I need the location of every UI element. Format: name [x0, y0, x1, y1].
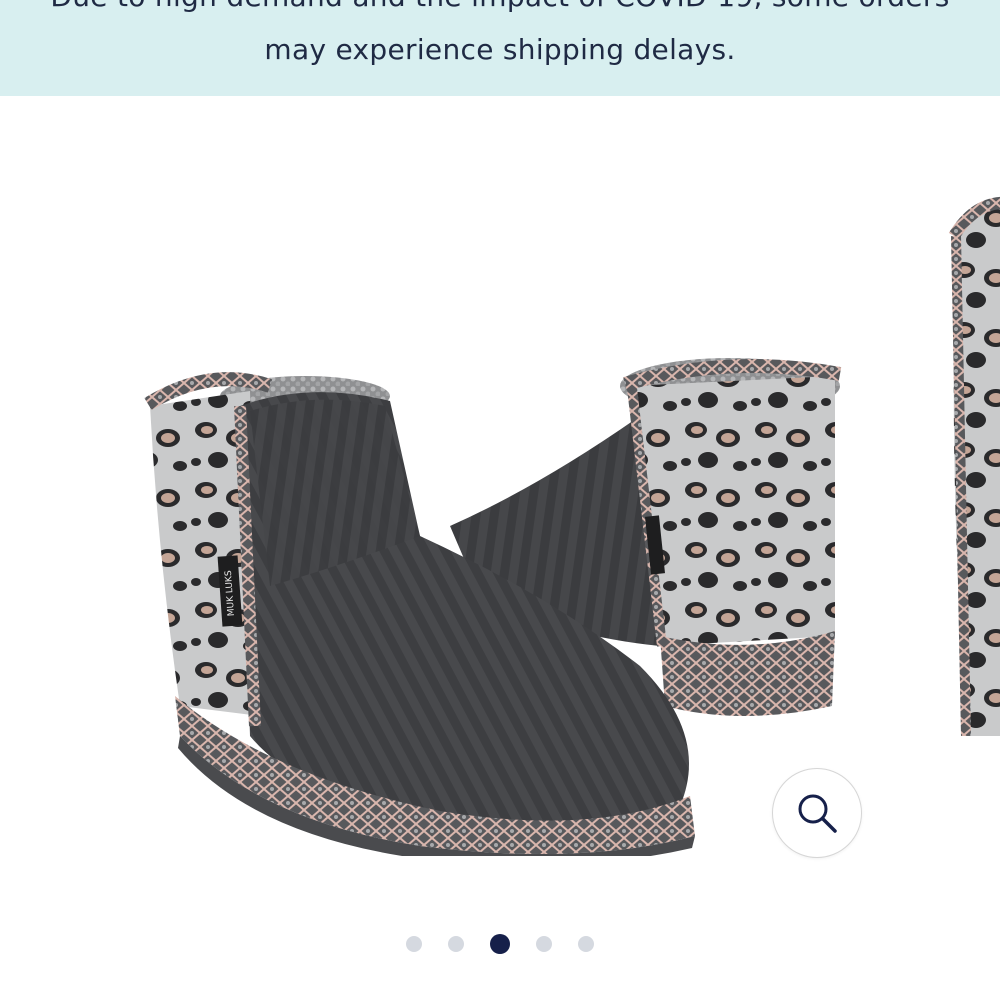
carousel-dot-2[interactable]	[448, 936, 464, 952]
carousel-dot-5[interactable]	[578, 936, 594, 952]
shipping-notice-line-1: Due to high demand and the impact of COV…	[0, 0, 1000, 23]
carousel-dot-1[interactable]	[406, 936, 422, 952]
carousel-dot-3-active[interactable]	[490, 934, 510, 954]
shipping-notice-banner: Due to high demand and the impact of COV…	[0, 0, 1000, 96]
carousel-dot-4[interactable]	[536, 936, 552, 952]
product-image-carousel[interactable]: MUK LUKS	[0, 96, 1000, 1000]
magnifier-icon	[798, 794, 837, 833]
product-image[interactable]: MUK LUKS	[120, 236, 860, 856]
shipping-notice-text: Due to high demand and the impact of COV…	[0, 0, 1000, 76]
zoom-button[interactable]	[772, 768, 862, 858]
shipping-notice-line-2: may experience shipping delays.	[264, 33, 736, 66]
carousel-pagination	[0, 934, 1000, 954]
next-product-image-peek[interactable]	[948, 196, 1000, 736]
